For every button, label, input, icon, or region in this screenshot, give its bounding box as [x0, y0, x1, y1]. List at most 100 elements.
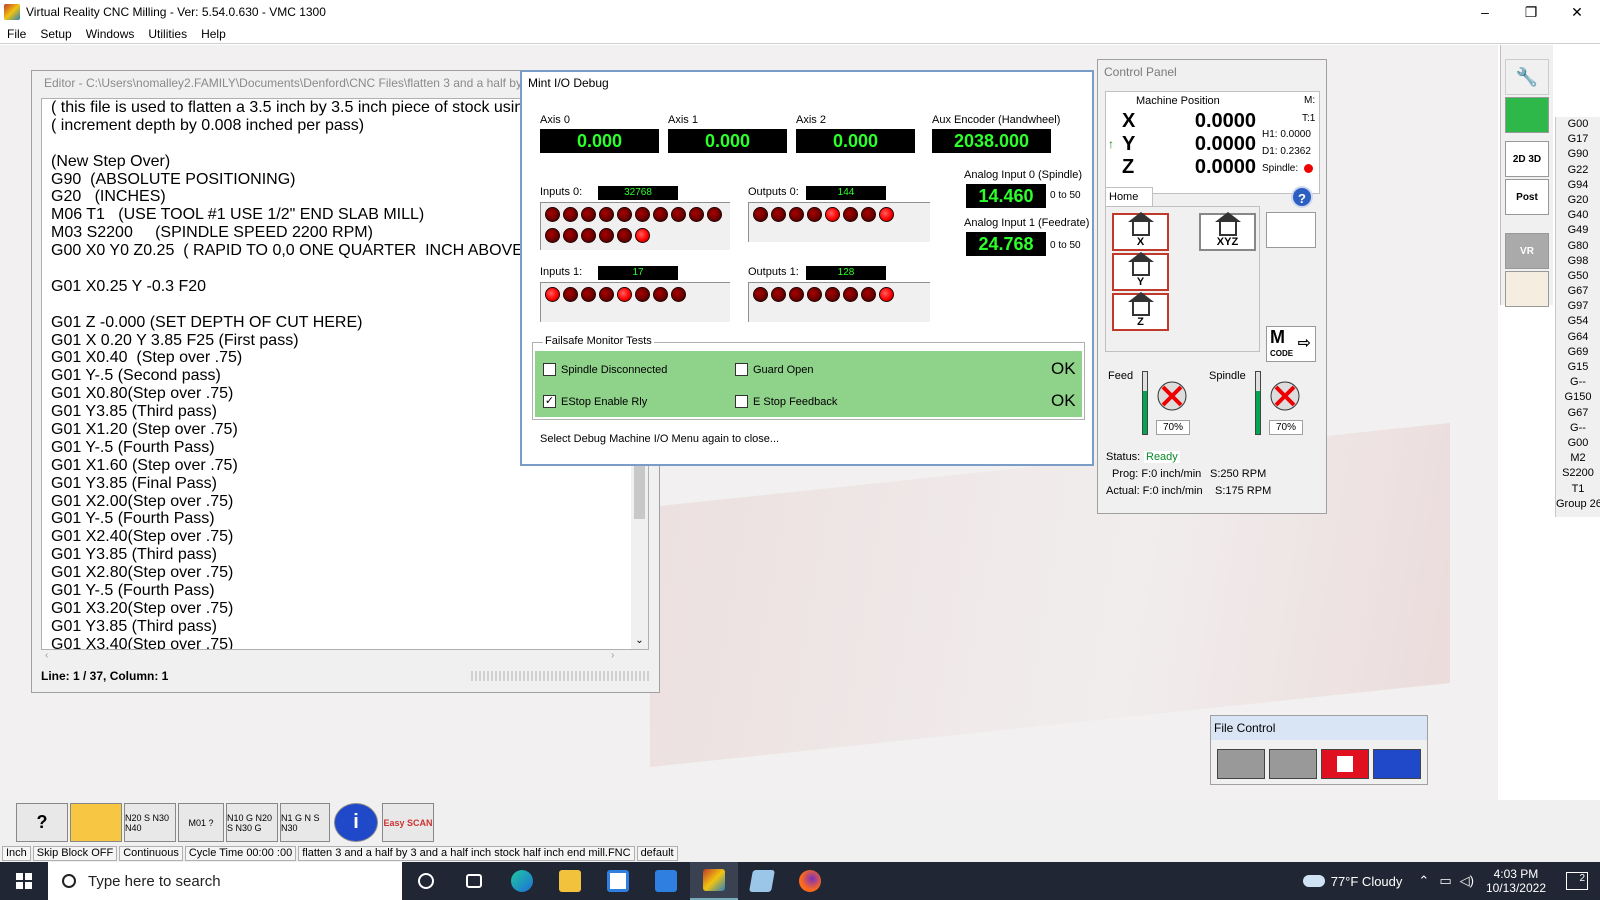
chevron-up-icon[interactable]: ⌃: [1418, 873, 1429, 889]
code-line[interactable]: G01 X2.00(Step over .75): [42, 493, 648, 511]
tab-home[interactable]: Home: [1105, 187, 1153, 206]
mint-title[interactable]: Mint I/O Debug: [522, 72, 1092, 96]
taskbar-search[interactable]: Type here to search: [48, 862, 402, 900]
help-pointer-button[interactable]: ?: [16, 803, 68, 842]
estop-enable-checkbox[interactable]: ✓: [543, 395, 556, 408]
axis0-value: 0.000: [540, 129, 659, 153]
led-off: [653, 287, 668, 302]
spindle-override-slider[interactable]: [1255, 371, 1261, 435]
code-line[interactable]: G01 X3.20(Step over .75): [42, 600, 648, 618]
easy-scan-button[interactable]: Easy SCAN: [382, 803, 434, 842]
home-xyz-button[interactable]: XYZ: [1199, 212, 1256, 251]
task-view-icon[interactable]: [402, 862, 450, 900]
home-x-button[interactable]: X: [1112, 212, 1169, 251]
code-line[interactable]: G01 Y3.85 (Final Pass): [42, 475, 648, 493]
mint-io-debug-window: Mint I/O Debug Axis 0 0.000 Axis 1 0.000…: [520, 70, 1094, 466]
estop-feedback-item[interactable]: E Stop Feedback: [735, 395, 837, 408]
help-icon[interactable]: ?: [1291, 186, 1313, 208]
feed-override-slider[interactable]: [1142, 371, 1148, 435]
mail-icon[interactable]: [642, 862, 690, 900]
spindle-disconnected-checkbox[interactable]: [543, 363, 556, 376]
menu-utilities[interactable]: Utilities: [141, 27, 194, 41]
feed-label: Feed: [1108, 370, 1134, 382]
spindle-fill: [1256, 390, 1260, 434]
status-bar: Inch Skip Block OFF Continuous Cycle Tim…: [0, 845, 1600, 862]
home-y-button[interactable]: Y: [1112, 252, 1169, 291]
scrollbar-thumb[interactable]: [634, 459, 645, 519]
network-icon[interactable]: ▭: [1439, 873, 1451, 889]
gcode-item: G54: [1567, 315, 1589, 328]
info-icon[interactable]: i: [334, 803, 378, 842]
code-line[interactable]: G01 Y3.85 (Third pass): [42, 546, 648, 564]
renumber-button[interactable]: N10 G N20 S N30 G: [226, 803, 278, 842]
scroll-right-icon[interactable]: ›: [611, 650, 614, 661]
view-2d3d-button[interactable]: 2D 3D: [1505, 141, 1549, 177]
code-line[interactable]: G01 X2.40(Step over .75): [42, 528, 648, 546]
vr-button[interactable]: VR: [1505, 233, 1549, 269]
vr-cnc-taskbar-icon[interactable]: [690, 862, 738, 900]
firefox-icon[interactable]: [786, 862, 834, 900]
code-line[interactable]: G01 Y3.85 (Third pass): [42, 618, 648, 636]
step-button[interactable]: [1217, 749, 1265, 779]
block-numbers-button[interactable]: N20 S N30 N40: [124, 803, 176, 842]
menu-file[interactable]: File: [0, 27, 33, 41]
edge-icon[interactable]: [498, 862, 546, 900]
store-icon[interactable]: [594, 862, 642, 900]
led-on: [635, 228, 650, 243]
notes-icon[interactable]: [738, 862, 786, 900]
spindle-disconnected-item[interactable]: Spindle Disconnected: [543, 363, 667, 376]
menu-help[interactable]: Help: [194, 27, 233, 41]
machine-button[interactable]: [70, 803, 122, 842]
spindle-hold-hand-icon[interactable]: [1266, 377, 1304, 415]
home-z-button[interactable]: Z: [1112, 292, 1169, 331]
menu-setup[interactable]: Setup: [33, 27, 78, 41]
code-line[interactable]: G01 Y-.5 (Fourth Pass): [42, 510, 648, 528]
menu-windows[interactable]: Windows: [79, 27, 142, 41]
editor-horizontal-scrollbar[interactable]: ‹ ›: [41, 650, 649, 664]
file-explorer-icon[interactable]: [546, 862, 594, 900]
set-datum-icon[interactable]: [1266, 212, 1316, 248]
clock[interactable]: 4:03 PM 10/13/2022: [1486, 867, 1546, 895]
guard-open-checkbox[interactable]: [735, 363, 748, 376]
stop-icon: [1337, 756, 1353, 772]
feed-hold-hand-icon[interactable]: [1153, 377, 1191, 415]
pause-button[interactable]: [1269, 749, 1317, 779]
code-line[interactable]: G01 X3.40(Step over .75): [42, 636, 648, 649]
restore-button[interactable]: ❐: [1508, 0, 1554, 24]
control-panel-title[interactable]: Control Panel: [1098, 60, 1326, 84]
search-blocks-button[interactable]: N1 G N S N30: [280, 803, 330, 842]
optional-stop-button[interactable]: M01 ?: [178, 803, 224, 842]
code-line[interactable]: G01 Y-.5 (Fourth Pass): [42, 582, 648, 600]
mcode-button[interactable]: M CODE ⇨: [1266, 326, 1316, 362]
file-control-title[interactable]: File Control: [1211, 716, 1427, 740]
weather-text[interactable]: 77°F Cloudy: [1331, 874, 1403, 889]
led-on: [545, 287, 560, 302]
rewind-button[interactable]: [1373, 749, 1421, 779]
outputs1-value: 128: [806, 266, 886, 280]
aux-encoder-value: 2038.000: [932, 129, 1051, 153]
estop-feedback-checkbox[interactable]: [735, 395, 748, 408]
close-button[interactable]: ✕: [1554, 0, 1600, 24]
estop-enable-item[interactable]: ✓ EStop Enable Rly: [543, 395, 647, 408]
tool-library-icon[interactable]: [1505, 97, 1549, 133]
minimize-button[interactable]: –: [1462, 0, 1508, 24]
led-off: [599, 228, 614, 243]
right-toolbar: 🔧 2D 3D Post VR: [1500, 45, 1553, 307]
widgets-icon[interactable]: [450, 862, 498, 900]
stop-button[interactable]: [1321, 749, 1369, 779]
code-line[interactable]: G01 X2.80(Step over .75): [42, 564, 648, 582]
notifications-icon[interactable]: 2: [1566, 872, 1588, 890]
wrench-icon[interactable]: 🔧: [1505, 59, 1549, 95]
window-controls: – ❐ ✕: [1462, 0, 1600, 24]
post-button[interactable]: Post: [1505, 179, 1549, 215]
analog1-label: Analog Input 1 (Feedrate): [964, 217, 1090, 229]
guard-open-item[interactable]: Guard Open: [735, 363, 814, 376]
simulation-icon[interactable]: [1505, 271, 1549, 307]
volume-icon[interactable]: ◁): [1460, 873, 1474, 889]
resize-grip[interactable]: [471, 671, 651, 681]
start-button[interactable]: [0, 862, 48, 900]
weather-icon: [1302, 875, 1325, 887]
home-y-label: Y: [1136, 276, 1145, 288]
scroll-left-icon[interactable]: ‹: [45, 650, 48, 661]
scroll-down-icon[interactable]: ⌄: [631, 633, 648, 649]
